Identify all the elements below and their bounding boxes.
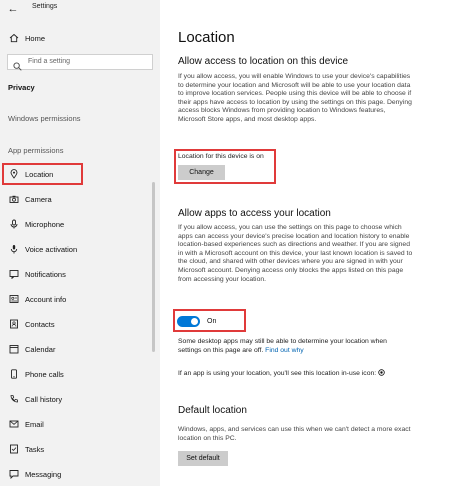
desktop-apps-note-line2: settings on this page are off. Find out … [178, 347, 304, 354]
account-info-icon [8, 294, 19, 305]
sidebar-item-label: Home [25, 33, 46, 43]
phone-calls-icon [8, 369, 19, 380]
privacy-heading: Privacy [8, 83, 35, 92]
find-out-why-link[interactable]: Find out why [265, 347, 304, 354]
apps-access-heading: Allow apps to access your location [178, 208, 331, 219]
location-highlight-box [2, 163, 83, 185]
tasks-icon [8, 444, 19, 455]
sidebar-item-voice-activation[interactable]: Voice activation [0, 239, 160, 259]
search-placeholder: Find a setting [28, 58, 71, 65]
app-title: Settings [32, 3, 58, 10]
toggle-highlight-box [173, 309, 246, 332]
sidebar-item-camera[interactable]: Camera [0, 189, 160, 209]
access-description: If you allow access, you will enable Win… [178, 73, 412, 123]
sidebar-item-notifications[interactable]: Notifications [0, 264, 160, 284]
call-history-icon [8, 394, 19, 405]
windows-permissions-heading: Windows permissions [8, 114, 81, 123]
home-icon [8, 33, 19, 44]
app-permissions-heading: App permissions [8, 146, 64, 155]
sidebar-item-label: Account info [25, 294, 67, 304]
sidebar-item-call-history[interactable]: Call history [0, 389, 160, 409]
voice-activation-icon [8, 244, 19, 255]
apps-access-description: If you allow access, you can use the set… [178, 224, 413, 283]
sidebar: ← Settings Home Find a setting Privacy W… [0, 0, 160, 486]
in-use-note: If an app is using your location, you'll… [178, 369, 385, 377]
default-location-description: Windows, apps, and services can use this… [178, 426, 411, 442]
search-icon [13, 58, 22, 76]
desktop-apps-note-text: settings on this page are off. [178, 347, 264, 354]
sidebar-item-tasks[interactable]: Tasks [0, 439, 160, 459]
sidebar-item-phone-calls[interactable]: Phone calls [0, 364, 160, 384]
contacts-icon [8, 319, 19, 330]
sidebar-item-label: Messaging [25, 469, 62, 479]
messaging-icon [8, 469, 19, 480]
sidebar-item-label: Calendar [25, 344, 56, 354]
sidebar-item-label: Camera [25, 194, 52, 204]
title-bar: ← Settings [0, 0, 160, 18]
calendar-icon [8, 344, 19, 355]
sidebar-item-contacts[interactable]: Contacts [0, 314, 160, 334]
sidebar-item-label: Voice activation [25, 244, 78, 254]
sidebar-item-label: Email [25, 419, 44, 429]
notifications-icon [8, 269, 19, 280]
sidebar-item-microphone[interactable]: Microphone [0, 214, 160, 234]
set-default-button[interactable]: Set default [178, 451, 228, 466]
sidebar-item-label: Microphone [25, 219, 65, 229]
search-input[interactable]: Find a setting [7, 54, 153, 71]
sidebar-item-label: Phone calls [25, 369, 64, 379]
sidebar-item-label: Contacts [25, 319, 55, 329]
default-location-heading: Default location [178, 405, 247, 416]
sidebar-item-label: Call history [25, 394, 63, 404]
sidebar-item-home[interactable]: Home [0, 28, 160, 48]
page-title: Location [178, 29, 235, 46]
sidebar-item-account-info[interactable]: Account info [0, 289, 160, 309]
email-icon [8, 419, 19, 430]
back-arrow-icon[interactable]: ← [6, 2, 20, 16]
sidebar-item-label: Tasks [25, 444, 45, 454]
sidebar-item-calendar[interactable]: Calendar [0, 339, 160, 359]
sidebar-item-messaging[interactable]: Messaging [0, 464, 160, 484]
sidebar-item-email[interactable]: Email [0, 414, 160, 434]
in-use-note-text: If an app is using your location, you'll… [178, 370, 377, 377]
microphone-icon [8, 219, 19, 230]
sidebar-item-label: Notifications [25, 269, 66, 279]
desktop-apps-note-line1: Some desktop apps may still be able to d… [178, 338, 387, 345]
access-heading: Allow access to location on this device [178, 56, 349, 67]
change-highlight-box [174, 149, 276, 184]
camera-icon [8, 194, 19, 205]
main-content: Location Allow access to location on thi… [160, 0, 474, 486]
location-in-use-icon [378, 369, 385, 376]
sidebar-scrollbar[interactable] [152, 182, 155, 352]
